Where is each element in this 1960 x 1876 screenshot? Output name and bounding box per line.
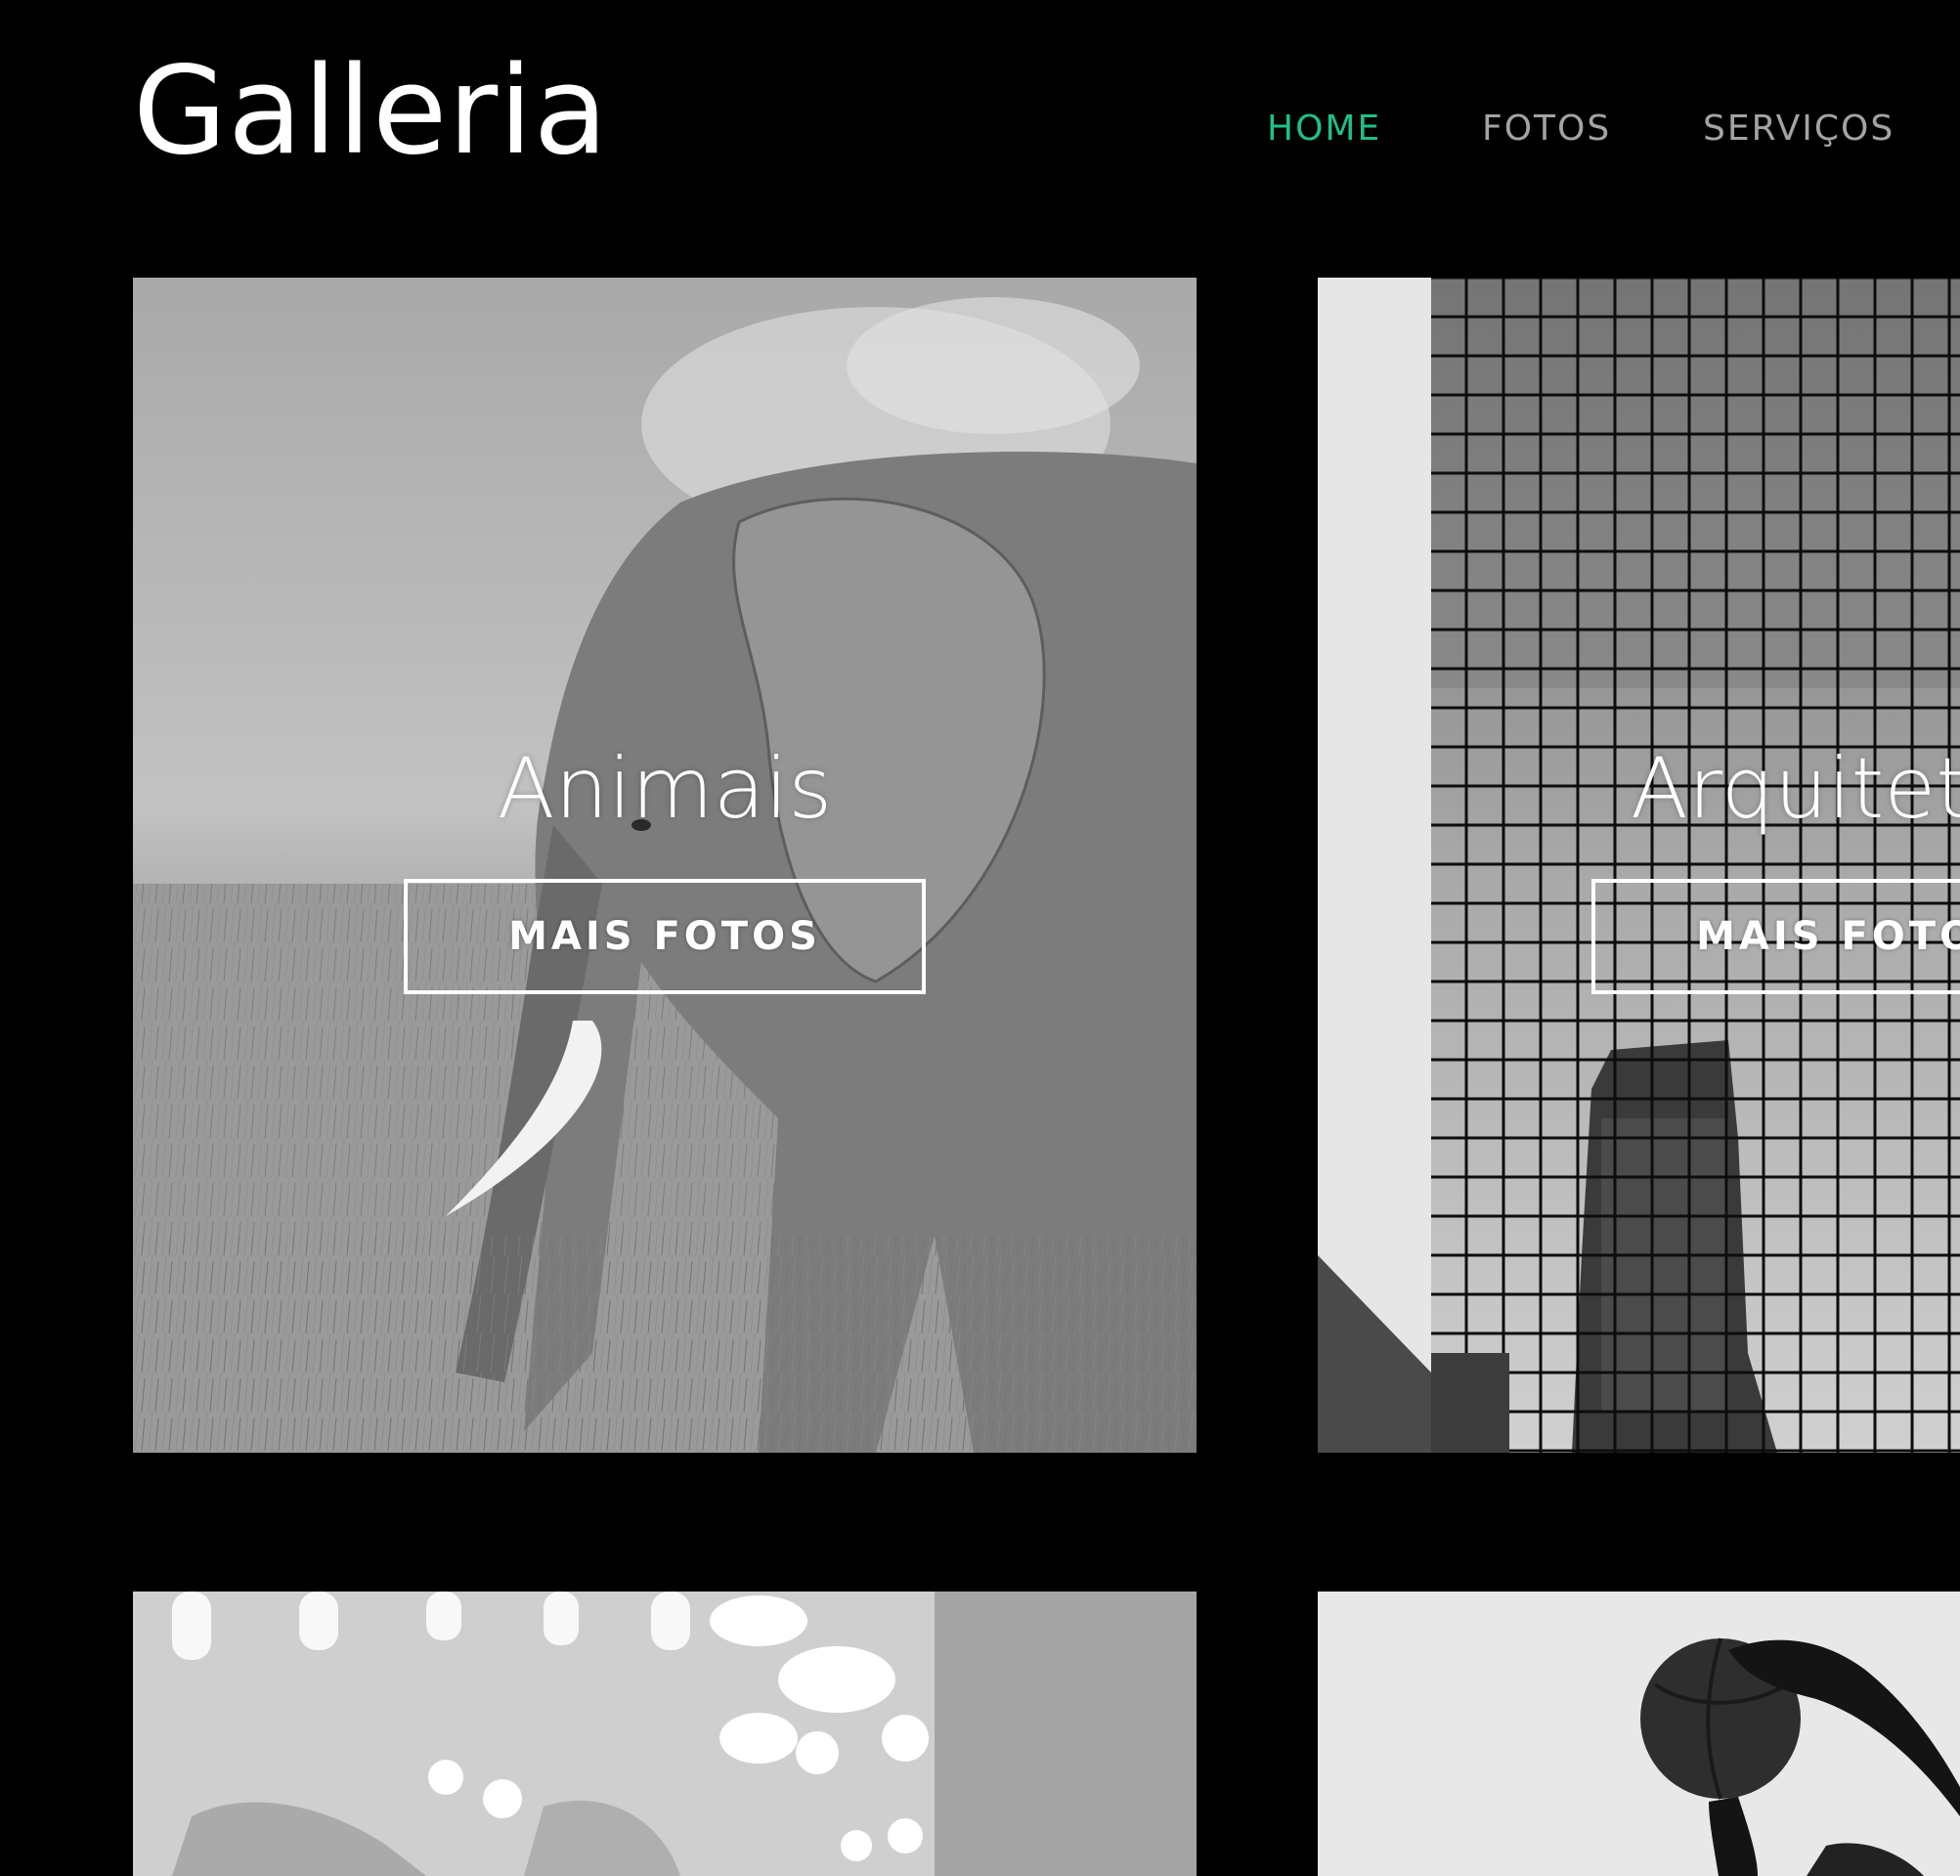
- gallery-card-arquitetura: Arquitetura MAIS FOTOS: [1318, 278, 1960, 1453]
- more-photos-button[interactable]: MAIS FOTOS: [1591, 879, 1960, 994]
- glass-building-photo: [1318, 278, 1960, 1453]
- bokeh-lights-photo: [133, 1592, 1197, 1876]
- site-logo[interactable]: Galleria: [133, 51, 609, 172]
- more-photos-button[interactable]: MAIS FOTOS: [404, 879, 926, 994]
- nav-link-home[interactable]: HOME: [1267, 111, 1381, 147]
- elephant-photo: [133, 278, 1197, 1453]
- card-title: Animais: [497, 740, 833, 838]
- basketball-player-photo: [1318, 1592, 1960, 1876]
- nav-link-servicos[interactable]: SERVIÇOS: [1703, 111, 1895, 147]
- nav-link-fotos[interactable]: FOTOS: [1482, 111, 1611, 147]
- gallery-card-animais: Animais MAIS FOTOS: [133, 278, 1197, 1453]
- gallery-card-3: [133, 1592, 1197, 1876]
- gallery-card-4: [1318, 1592, 1960, 1876]
- card-title: Arquitetura: [1631, 740, 1960, 838]
